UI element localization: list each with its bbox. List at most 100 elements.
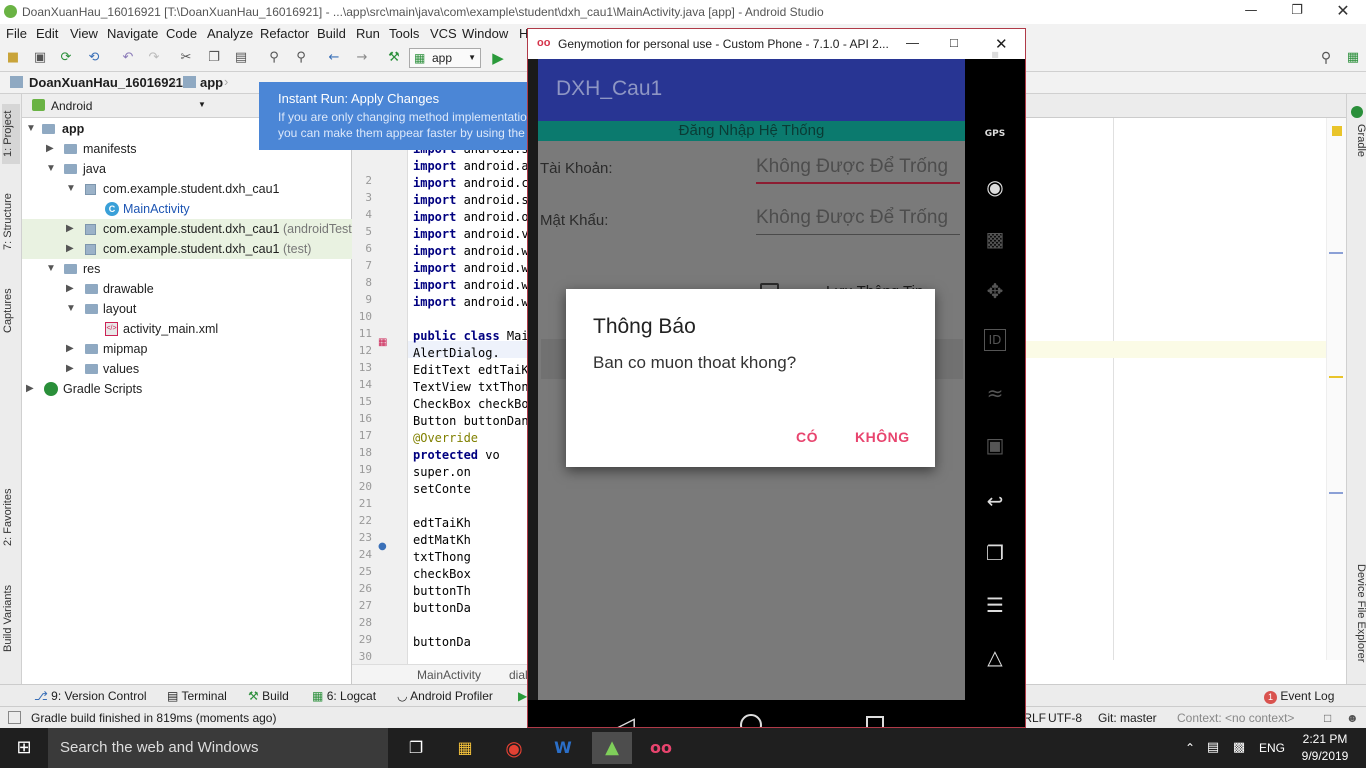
context-indicator[interactable]: Context: <no context> xyxy=(1177,711,1294,725)
git-branch[interactable]: Git: master xyxy=(1098,711,1157,725)
copy-icon[interactable]: ❐ xyxy=(206,50,222,66)
menu-run[interactable]: Run xyxy=(356,26,380,41)
tree-item-mainactivity[interactable]: C MainActivity xyxy=(22,199,352,219)
password-input[interactable]: Không Được Để Trống xyxy=(756,203,960,235)
tray-chevron-up-icon[interactable]: ⌃ xyxy=(1180,732,1200,764)
code-line[interactable]: AlertDialog. xyxy=(413,346,500,360)
tool-tab-captures[interactable]: Captures xyxy=(2,286,20,336)
menu-code[interactable]: Code xyxy=(166,26,197,41)
volume-icon[interactable]: ■ xyxy=(981,51,1009,63)
inspector-icon[interactable]: ☻ xyxy=(1346,711,1359,725)
toggle-tool-windows-icon[interactable] xyxy=(8,711,21,724)
menu-window[interactable]: Window xyxy=(462,26,508,41)
tree-item-res[interactable]: ▼ res xyxy=(22,259,352,279)
code-line[interactable]: @Override xyxy=(413,431,478,445)
minimize-icon[interactable]: — xyxy=(906,35,919,50)
tree-item-mipmap[interactable]: ▶ mipmap xyxy=(22,339,352,359)
menu-navigate[interactable]: Navigate xyxy=(107,26,158,41)
capture-icon[interactable]: ▩ xyxy=(981,225,1009,253)
tree-item-package-test[interactable]: ▶ com.example.student.dxh_cau1 (test) xyxy=(22,239,352,259)
code-line[interactable]: import android.co xyxy=(413,176,536,190)
find-icon[interactable]: ⚲ xyxy=(266,50,282,66)
menu-view[interactable]: View xyxy=(70,26,98,41)
tree-item-layout[interactable]: ▼ layout xyxy=(22,299,352,319)
editor-crumb-class[interactable]: MainActivity xyxy=(417,668,481,682)
code-line[interactable]: buttonDa xyxy=(413,635,471,649)
tree-item-values[interactable]: ▶ values xyxy=(22,359,352,379)
redo-icon[interactable]: ↷ xyxy=(146,50,162,66)
webcam-icon[interactable]: ◉ xyxy=(981,173,1009,201)
save-icon[interactable]: ▣ xyxy=(32,50,48,66)
tool-tab-build-variants[interactable]: Build Variants xyxy=(2,582,20,654)
run-config-select[interactable]: app ▦ ▼ xyxy=(409,48,481,68)
tool-logcat[interactable]: ▦ 6: Logcat xyxy=(312,689,376,703)
code-line[interactable]: edtTaiKh xyxy=(413,516,471,530)
code-line[interactable]: CheckBox checkBox xyxy=(413,397,536,411)
android-recents-icon[interactable] xyxy=(866,716,884,727)
tool-android-profiler[interactable]: ◡ Android Profiler xyxy=(397,689,493,703)
notification-tray-icon[interactable]: ▩ xyxy=(1228,732,1250,764)
code-line[interactable]: EditText edtTaiK xyxy=(413,363,529,377)
layout-marker-icon[interactable]: ▦ xyxy=(378,337,387,348)
chevron-down-icon[interactable]: ▼ xyxy=(198,100,206,109)
android-studio-taskbar-icon[interactable]: ▲ xyxy=(592,732,632,764)
tool-tab-device-file-explorer[interactable]: Device File Explorer xyxy=(1349,554,1366,672)
sync-gradle-icon[interactable]: ⟲ xyxy=(86,50,102,66)
code-line[interactable]: public class Mai xyxy=(413,329,529,343)
tree-item-gradle-scripts[interactable]: ▶ Gradle Scripts xyxy=(22,379,352,399)
code-line[interactable]: import android.wi xyxy=(413,278,536,292)
genymotion-taskbar-icon[interactable]: oo xyxy=(641,732,681,764)
status-message[interactable]: Gradle build finished in 819ms (moments … xyxy=(31,711,276,725)
code-line[interactable]: buttonDa xyxy=(413,601,471,615)
back-nav-icon[interactable]: ↩ xyxy=(981,487,1009,515)
tree-item-package-androidtest[interactable]: ▶ com.example.student.dxh_cau1 (androidT… xyxy=(22,219,356,239)
home-nav-icon[interactable]: △ xyxy=(981,643,1009,671)
make-project-icon[interactable]: ⚒ xyxy=(386,50,402,66)
menu-vcs[interactable]: VCS xyxy=(430,26,457,41)
instant-run-notification[interactable]: Instant Run: Apply Changes If you are on… xyxy=(259,82,529,150)
menu-edit[interactable]: Edit xyxy=(36,26,58,41)
tree-item-java[interactable]: ▼ java xyxy=(22,159,352,179)
code-editor[interactable]: ▦ ● ● 2345678910111213141516171819202122… xyxy=(352,94,536,722)
minimize-icon[interactable]: — xyxy=(1228,0,1274,24)
code-line[interactable]: edtMatKh xyxy=(413,533,471,547)
tool-tab-favorites[interactable]: 2: Favorites xyxy=(2,486,20,548)
dialog-no-button[interactable]: KHÔNG xyxy=(855,429,910,445)
undo-icon[interactable]: ↶ xyxy=(120,50,136,66)
menu-build[interactable]: Build xyxy=(317,26,346,41)
menu-icon[interactable]: ☰ xyxy=(981,591,1009,619)
breadcrumb-module[interactable]: app xyxy=(200,75,223,90)
code-line[interactable]: Button buttonDang xyxy=(413,414,536,428)
code-line[interactable]: protected vo xyxy=(413,448,500,462)
task-view-icon[interactable]: ❐ xyxy=(396,732,436,764)
tree-item-activity-main-xml[interactable]: </> activity_main.xml xyxy=(22,319,352,339)
file-explorer-icon[interactable]: ▦ xyxy=(445,732,485,764)
recent-apps-icon[interactable]: ❐ xyxy=(981,539,1009,567)
tool-tab-gradle[interactable]: Gradle xyxy=(1349,120,1366,162)
android-back-icon[interactable]: ◁ xyxy=(615,712,635,727)
tool-terminal[interactable]: ▤ Terminal xyxy=(167,689,227,703)
language-indicator[interactable]: ENG xyxy=(1254,732,1290,764)
code-line[interactable]: import android.os xyxy=(413,210,536,224)
remote-control-icon[interactable]: ✥ xyxy=(981,277,1009,305)
code-line[interactable]: TextView txtThong xyxy=(413,380,536,394)
warning-indicator-icon[interactable] xyxy=(1332,126,1342,136)
code-line[interactable]: import android.ap xyxy=(413,159,536,173)
breadcrumb-project[interactable]: DoanXuanHau_16016921 xyxy=(29,75,183,90)
open-folder-icon[interactable]: ■ xyxy=(5,50,21,66)
tool-tab-structure[interactable]: 7: Structure xyxy=(2,190,20,254)
windows-start-icon[interactable]: ⊞ xyxy=(4,732,44,764)
close-icon[interactable]: ✕ xyxy=(1320,0,1366,24)
code-line[interactable]: txtThong xyxy=(413,550,471,564)
dialog-yes-button[interactable]: CÓ xyxy=(796,429,818,445)
maximize-icon[interactable]: □ xyxy=(950,35,958,50)
username-input[interactable]: Không Được Để Trống xyxy=(756,152,960,184)
tool-build[interactable]: ⚒ Build xyxy=(248,689,289,703)
code-line[interactable]: import android.su xyxy=(413,193,536,207)
maximize-icon[interactable]: ❐ xyxy=(1274,0,1320,24)
back-icon[interactable]: ← xyxy=(326,50,342,66)
sync-icon[interactable]: ⟳ xyxy=(58,50,74,66)
cut-icon[interactable]: ✂ xyxy=(178,50,194,66)
tree-item-drawable[interactable]: ▶ drawable xyxy=(22,279,352,299)
tool-event-log[interactable]: 1 Event Log xyxy=(1264,689,1334,704)
